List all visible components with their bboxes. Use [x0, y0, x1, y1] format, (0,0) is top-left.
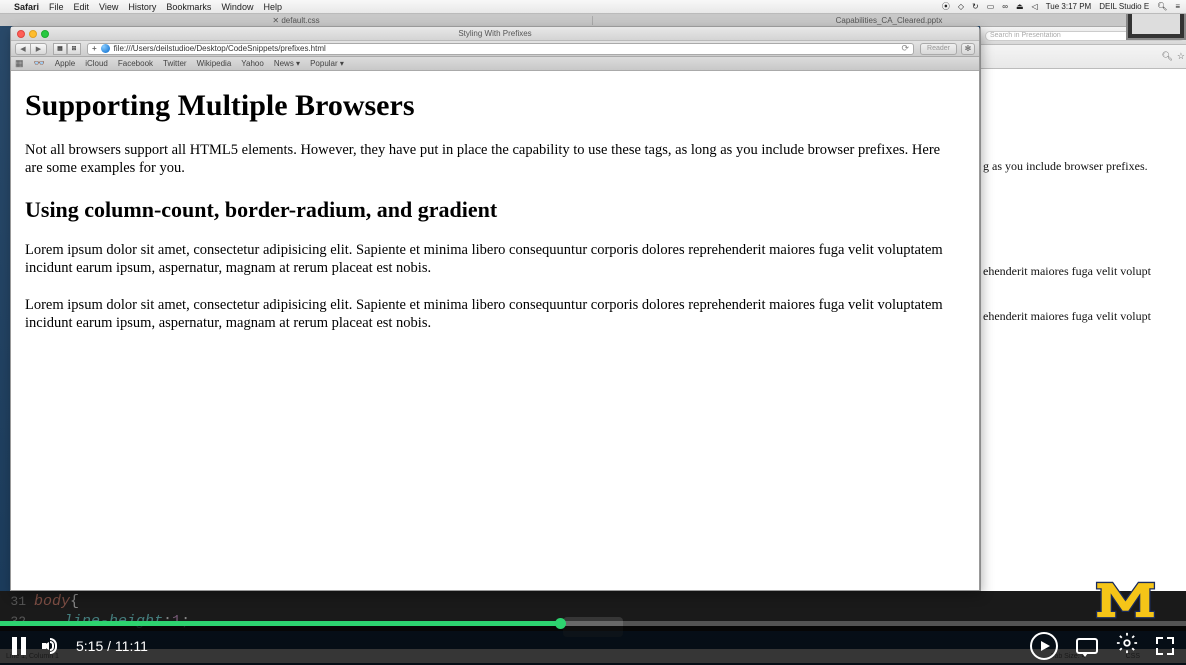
address-bar[interactable]: + file:///Users/deilstudioe/Desktop/Code… [87, 43, 914, 55]
nav-buttons: ◀ ▶ [15, 43, 47, 55]
autoplay-button[interactable] [1030, 632, 1058, 660]
bg-window-toolbar2: 🔍︎ ☆ [981, 45, 1186, 69]
line-number: 31 [0, 594, 34, 609]
window-title: Styling With Prefixes [11, 29, 979, 38]
pause-button[interactable] [12, 637, 26, 655]
menu-history[interactable]: History [128, 2, 156, 12]
menu-file[interactable]: File [49, 2, 64, 12]
topsites-button[interactable]: ⊞ [67, 43, 81, 55]
menubar-volume-icon[interactable]: ◁ [1032, 2, 1038, 11]
safari-toolbar: ◀ ▶ ▦ ⊞ + file:///Users/deilstudioe/Desk… [11, 41, 979, 57]
menubar-link-icon[interactable]: ∞ [1002, 2, 1008, 11]
menu-view[interactable]: View [99, 2, 118, 12]
url-text: file:///Users/deilstudioe/Desktop/CodeSn… [114, 44, 898, 53]
menubar-time[interactable]: Tue 3:17 PM [1046, 2, 1092, 11]
background-presentation-window: Search in Presentation 🔍︎ ☆ g as you inc… [980, 26, 1186, 596]
lorem-paragraph-2: Lorem ipsum dolor sit amet, consectetur … [25, 296, 965, 332]
video-progress-bar[interactable] [0, 621, 1186, 626]
spotlight-icon[interactable]: 🔍︎ [1157, 2, 1167, 11]
webpage-content: Supporting Multiple Browsers Not all bro… [11, 71, 979, 590]
add-bookmark-icon[interactable]: + [92, 44, 97, 53]
video-player-controls: 5:15 / 11:11 [0, 621, 1186, 665]
reload-icon[interactable]: ⟳ [901, 43, 909, 54]
bookmark-news[interactable]: News ▾ [274, 59, 300, 68]
menubar-status-icon[interactable]: ⦿ [942, 1, 950, 12]
menubar-sync-icon[interactable]: ↻ [972, 2, 979, 11]
bookmark-wikipedia[interactable]: Wikipedia [197, 59, 232, 68]
css-selector: body [34, 593, 70, 610]
video-current-time: 5:15 [76, 638, 103, 654]
menu-help[interactable]: Help [263, 2, 282, 12]
bg-text-line-1: g as you include browser prefixes. [983, 159, 1186, 174]
fullscreen-button[interactable] [1156, 637, 1174, 655]
editor-line-31[interactable]: 31 body { [0, 591, 1186, 611]
menu-edit[interactable]: Edit [74, 2, 90, 12]
safari-titlebar[interactable]: Styling With Prefixes [11, 27, 979, 41]
video-progress-handle[interactable] [555, 618, 566, 629]
bg-tab-2[interactable]: Capabilities_CA_Cleared.pptx [593, 16, 1186, 25]
bookmarks-bar: ▦ 👓 Apple iCloud Facebook Twitter Wikipe… [11, 57, 979, 71]
layout-buttons: ▦ ⊞ [53, 43, 81, 55]
settings-gear-button[interactable] [1116, 632, 1138, 659]
settings-button[interactable]: ✻ [961, 43, 975, 55]
safari-window: Styling With Prefixes ◀ ▶ ▦ ⊞ + file:///… [10, 26, 980, 591]
menubar-display-icon[interactable]: ▭ [987, 2, 995, 11]
video-progress-played [0, 621, 560, 626]
macos-menubar: Safari File Edit View History Bookmarks … [0, 0, 1186, 14]
captions-button[interactable] [1076, 638, 1098, 654]
page-heading-1: Supporting Multiple Browsers [25, 89, 965, 123]
bg-star-icon[interactable]: ☆ [1177, 51, 1185, 62]
bookmark-popular[interactable]: Popular ▾ [310, 59, 344, 68]
page-heading-2: Using column-count, border-radium, and g… [25, 197, 965, 223]
watermark-logo [1093, 576, 1158, 621]
menu-bookmarks[interactable]: Bookmarks [166, 2, 211, 12]
reading-list-icon[interactable]: 👓 [34, 58, 45, 69]
back-button[interactable]: ◀ [15, 43, 31, 55]
video-total-time: 11:11 [115, 638, 148, 654]
bookmark-yahoo[interactable]: Yahoo [241, 59, 264, 68]
bg-zoom-icon[interactable]: 🔍︎ [1161, 51, 1172, 62]
lorem-paragraph-1: Lorem ipsum dolor sit amet, consectetur … [25, 241, 965, 277]
bg-slide-content: g as you include browser prefixes. ehend… [981, 69, 1186, 334]
bookmark-apple[interactable]: Apple [55, 59, 75, 68]
volume-icon[interactable] [42, 637, 60, 655]
bg-text-line-2: ehenderit maiores fuga velit volupt [983, 264, 1186, 279]
menubar-eject-icon[interactable]: ⏏ [1016, 2, 1024, 11]
menubar-list-icon[interactable]: ≡ [1175, 2, 1180, 11]
bg-tab-1[interactable]: ✕ default.css [0, 16, 593, 25]
menu-window[interactable]: Window [221, 2, 253, 12]
bookmarks-menu-icon[interactable]: ▦ [15, 58, 24, 69]
bookmark-facebook[interactable]: Facebook [118, 59, 153, 68]
background-tabs: ✕ default.css Capabilities_CA_Cleared.pp… [0, 14, 1186, 26]
menubar-user[interactable]: DEIL Studio E [1099, 2, 1149, 11]
bg-text-line-3: ehenderit maiores fuga velit volupt [983, 309, 1186, 324]
forward-button[interactable]: ▶ [31, 43, 47, 55]
video-time-display: 5:15 / 11:11 [76, 638, 148, 654]
bookmark-twitter[interactable]: Twitter [163, 59, 187, 68]
reader-button[interactable]: Reader [920, 43, 957, 55]
css-brace: { [70, 593, 79, 610]
app-name[interactable]: Safari [14, 2, 39, 12]
menubar-dropbox-icon[interactable]: ◇ [958, 2, 964, 11]
bookmark-icloud[interactable]: iCloud [85, 59, 108, 68]
site-icon [101, 44, 110, 53]
sidebar-toggle-button[interactable]: ▦ [53, 43, 67, 55]
video-controls-row: 5:15 / 11:11 [0, 626, 1186, 665]
intro-paragraph: Not all browsers support all HTML5 eleme… [25, 141, 955, 177]
